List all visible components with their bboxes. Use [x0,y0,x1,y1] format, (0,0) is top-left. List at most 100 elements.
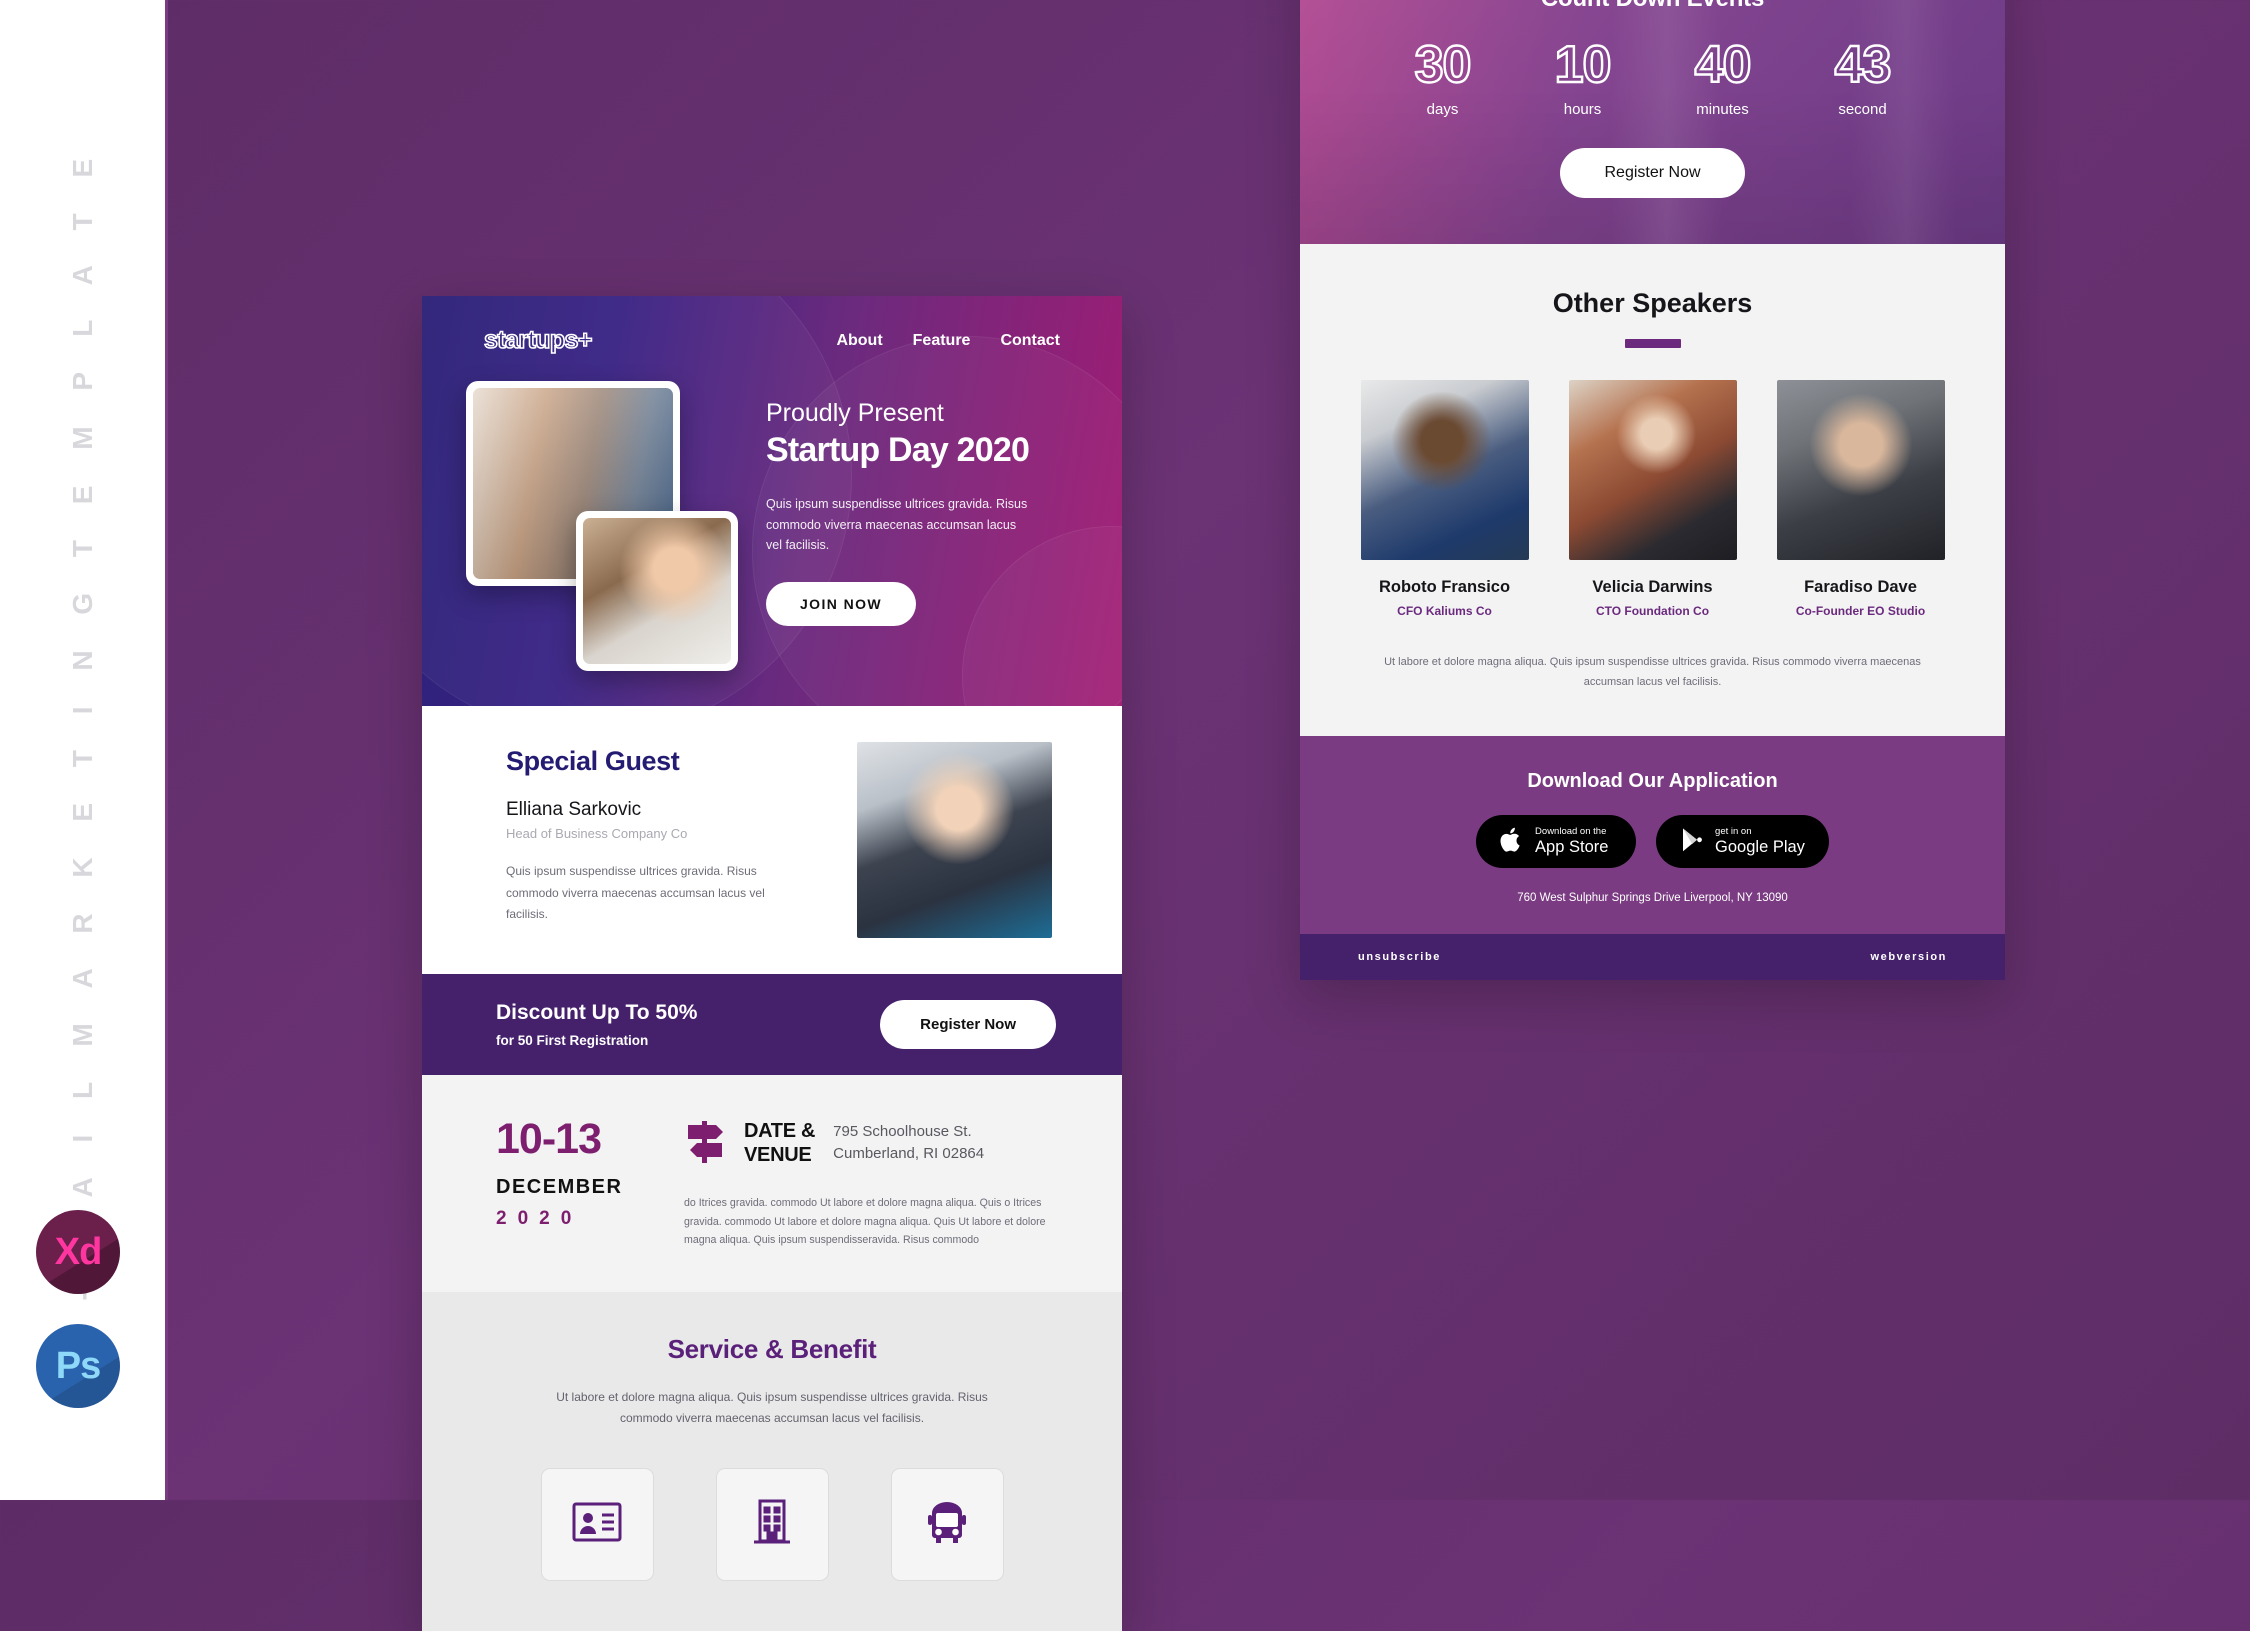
service-tile[interactable] [540,1467,654,1581]
google-play-button[interactable]: get in on Google Play [1656,815,1829,869]
template-title: E - M A I L M A R K E T I N G T E M P L … [66,144,98,1356]
adobe-xd-label: Xd [54,1230,103,1273]
hero-text: Proudly Present Startup Day 2020 Quis ip… [746,381,1078,681]
download-section: Download Our Application Download on the… [1300,736,2005,935]
speaker-role: CTO Foundation Co [1595,603,1710,618]
special-guest-section: Special Guest Elliana Sarkovic Head of B… [422,706,1122,974]
countdown-unit-hours: 10 hours [1535,34,1631,117]
webversion-link[interactable]: webversion [1870,951,1947,963]
countdown-seconds-label: second [1838,100,1887,118]
speaker-card[interactable]: Velicia Darwins CTO Foundation Co [1568,379,1737,618]
countdown-days-value: 30 [1413,34,1472,94]
speaker-name: Faradiso Dave [1804,577,1917,596]
building-icon [750,1498,794,1551]
service-benefit-description: Ut labore et dolore magna aliqua. Quis i… [556,1389,988,1426]
company-address: 760 West Sulphur Springs Drive Liverpool… [1517,892,1788,905]
countdown-days-label: days [1426,100,1459,118]
service-tile[interactable] [890,1467,1004,1581]
countdown-section: Count Down Events 30 days 10 hours 40 mi… [1300,0,2005,244]
venue-label: DATE & VENUE [744,1120,816,1166]
countdown-minutes-value: 40 [1693,34,1752,94]
date-range: 10-13 [496,1115,602,1163]
unsubscribe-link[interactable]: unsubscribe [1358,951,1441,963]
countdown-unit-days: 30 days [1395,34,1491,118]
countdown-unit-minutes: 40 minutes [1675,34,1771,118]
special-guest-text: Special Guest Elliana Sarkovic Head of B… [422,742,857,938]
speaker-name: Velicia Darwins [1592,577,1713,596]
countdown-register-button[interactable]: Register Now [1560,147,1745,198]
hero-section: startups+ About Feature Contact Proudly … [422,296,1122,706]
title-underline [1624,338,1681,348]
speaker-role: Co-Founder EO Studio [1795,603,1926,618]
speaker-role: CFO Kaliums Co [1397,603,1492,618]
special-guest-role: Head of Business Company Co [506,826,688,841]
service-item[interactable] [715,1467,829,1581]
hero-photo-stack [466,381,746,681]
date-venue-section: 10-13 DECEMBER 2020 DATE & VENUE 795 Sch… [422,1075,1122,1292]
venue-description: do Itrices gravida. commodo Ut labore et… [684,1197,1046,1247]
countdown-unit-seconds: 43 second [1815,34,1911,118]
hero-description: Quis ipsum suspendisse ultrices gravida.… [766,497,1028,553]
store-buttons: Download on the App Store get in on Goog… [1300,815,2005,869]
software-badges: Xd Ps [36,1210,120,1408]
nav-item-about[interactable]: About [836,332,882,350]
email-preview-left: startups+ About Feature Contact Proudly … [422,296,1122,1631]
app-store-text: Download on the App Store [1535,827,1608,856]
google-play-text: get in on Google Play [1715,827,1805,856]
download-title: Download Our Application [1527,770,1778,793]
special-guest-photo [857,742,1052,938]
countdown-title: Count Down Events [1300,0,2005,13]
join-now-button[interactable]: JOIN NOW [766,581,916,626]
email-footer-bar: unsubscribe webversion [1300,934,2005,981]
other-speakers-description: Ut labore et dolore magna aliqua. Quis i… [1384,655,1921,688]
hero-title: Startup Day 2020 [766,431,1030,469]
nav-item-feature[interactable]: Feature [913,332,971,350]
email-preview-right: viverra maecenas accumsan lacus vel faci… [1300,0,2005,981]
service-item[interactable] [890,1467,1004,1581]
app-store-small-label: Download on the [1535,826,1607,838]
google-play-small-label: get in on [1715,826,1752,838]
register-now-button[interactable]: Register Now [880,1000,1056,1049]
date-year: 2020 [496,1208,583,1229]
venue-address: 795 Schoolhouse St. Cumberland, RI 02864 [833,1123,985,1162]
adobe-photoshop-icon: Ps [36,1324,120,1408]
id-card-icon [572,1502,622,1547]
google-play-big-label: Google Play [1715,838,1805,857]
service-tile[interactable] [715,1467,829,1581]
speaker-photo [1360,379,1529,560]
discount-banner: Discount Up To 50% for 50 First Registra… [422,974,1122,1075]
brand-logo: startups+ [483,325,593,355]
bus-icon [922,1499,972,1550]
nav-item-contact[interactable]: Contact [1000,332,1060,350]
countdown-seconds-value: 43 [1833,34,1892,94]
app-store-button[interactable]: Download on the App Store [1476,815,1637,869]
speaker-card[interactable]: Faradiso Dave Co-Founder EO Studio [1776,379,1945,618]
other-speakers-section: Other Speakers Roboto Fransico CFO Kaliu… [1300,243,2005,737]
speaker-name: Roboto Fransico [1378,577,1511,596]
countdown-minutes-label: minutes [1696,100,1749,118]
adobe-xd-icon: Xd [36,1210,120,1294]
signpost-icon [684,1119,726,1170]
service-tiles [492,1467,1052,1581]
speaker-photo [1568,379,1737,560]
discount-title: Discount Up To 50% [496,1001,698,1024]
hero-header: startups+ About Feature Contact [422,296,1122,355]
discount-text: Discount Up To 50% for 50 First Registra… [496,1001,697,1048]
adobe-photoshop-label: Ps [55,1344,101,1387]
left-rail: E - M A I L M A R K E T I N G T E M P L … [0,0,168,1500]
service-item[interactable] [540,1467,654,1581]
speaker-list: Roboto Fransico CFO Kaliums Co Velicia D… [1360,379,1945,618]
special-guest-name: Elliana Sarkovic [506,799,642,820]
date-month: DECEMBER [496,1176,623,1198]
service-benefit-section: Service & Benefit Ut labore et dolore ma… [422,1291,1122,1631]
hero-body: Proudly Present Startup Day 2020 Quis ip… [422,355,1122,681]
event-date: 10-13 DECEMBER 2020 [496,1115,654,1250]
countdown-units: 30 days 10 hours 40 minutes 43 second [1300,34,2005,118]
apple-icon [1500,826,1524,857]
countdown-hours-value: 10 [1553,34,1612,94]
service-benefit-title: Service & Benefit [667,1333,877,1364]
hero-kicker: Proudly Present [766,399,944,427]
app-store-big-label: App Store [1535,838,1609,857]
special-guest-description: Quis ipsum suspendisse ultrices gravida.… [506,864,765,922]
speaker-card[interactable]: Roboto Fransico CFO Kaliums Co [1360,379,1529,618]
